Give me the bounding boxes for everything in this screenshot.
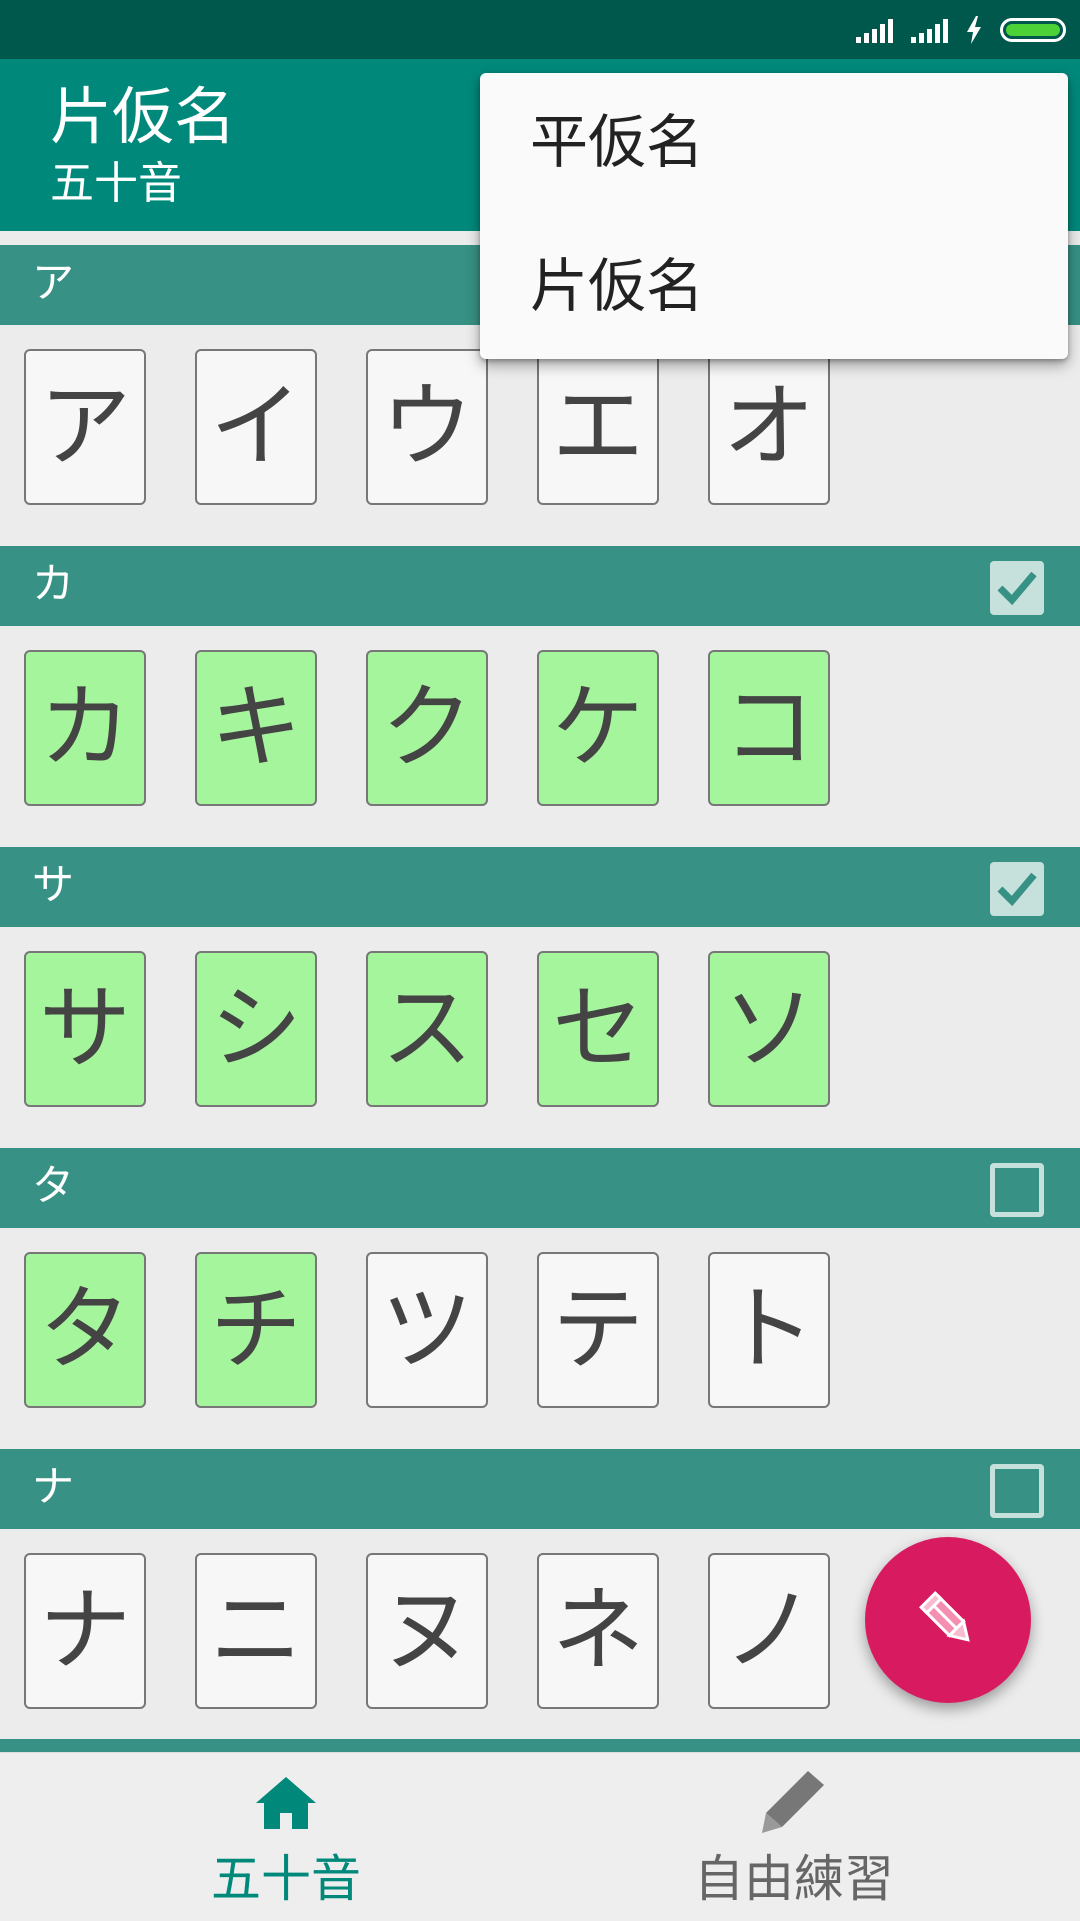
kana-cell[interactable]: サ [24, 951, 146, 1107]
bottom-navigation: 五十音 自由練習 [0, 1752, 1080, 1921]
section-label: ア [32, 258, 75, 307]
home-icon [256, 1777, 316, 1829]
kana-cell[interactable]: ヌ [366, 1553, 488, 1709]
nav-item-gojuon[interactable]: 五十音 [16, 1753, 556, 1921]
kana-cell[interactable]: ナ [24, 1553, 146, 1709]
status-bar [0, 0, 1080, 59]
kana-row-section: カ カ キ ク ケ コ [0, 532, 1080, 833]
kana-list[interactable]: ア ア イ ウ エ オ カ カ キ ク ケ コ サ サ シ ス セ ソ タ タ … [0, 231, 1080, 1752]
kana-cell[interactable]: エ [537, 349, 659, 505]
section-checkbox[interactable] [990, 1163, 1044, 1217]
kana-cell[interactable]: ク [366, 650, 488, 806]
kana-row-section: サ サ シ ス セ ソ [0, 833, 1080, 1134]
write-fab-button[interactable] [865, 1537, 1031, 1703]
section-header: タ [0, 1148, 1080, 1228]
section-label: サ [32, 860, 75, 909]
kana-type-menu: 平仮名 片仮名 [480, 73, 1068, 359]
kana-cell[interactable]: チ [195, 1252, 317, 1408]
check-icon [997, 571, 1037, 606]
page-title: 片仮名 [50, 80, 237, 153]
signal-icon [911, 17, 948, 43]
nav-label: 五十音 [211, 1850, 361, 1908]
kana-cell[interactable]: コ [708, 650, 830, 806]
kana-cell[interactable]: ア [24, 349, 146, 505]
kana-cell[interactable]: カ [24, 650, 146, 806]
kana-cell[interactable]: ト [708, 1252, 830, 1408]
section-header: ナ [0, 1449, 1080, 1529]
menu-item-hiragana[interactable]: 平仮名 [530, 107, 704, 177]
nav-item-free-practice[interactable]: 自由練習 [524, 1753, 1064, 1921]
section-label: カ [32, 559, 75, 608]
kana-cell[interactable]: テ [537, 1252, 659, 1408]
kana-cell[interactable]: ケ [537, 650, 659, 806]
section-checkbox[interactable] [990, 561, 1044, 615]
kana-cell[interactable]: ネ [537, 1553, 659, 1709]
page-subtitle: 五十音 [50, 158, 182, 209]
kana-cell[interactable]: ウ [366, 349, 488, 505]
kana-row-section: タ タ チ ツ テ ト [0, 1134, 1080, 1435]
kana-cell[interactable]: イ [195, 349, 317, 505]
pencil-icon [762, 1771, 824, 1833]
battery-icon [1000, 18, 1066, 42]
kana-cell[interactable]: ニ [195, 1553, 317, 1709]
nav-label: 自由練習 [694, 1850, 894, 1908]
menu-item-katakana[interactable]: 片仮名 [530, 251, 704, 321]
section-header [0, 1739, 1080, 1752]
section-checkbox[interactable] [990, 862, 1044, 916]
kana-cell[interactable]: ノ [708, 1553, 830, 1709]
section-checkbox[interactable] [990, 1464, 1044, 1518]
kana-cell[interactable]: タ [24, 1252, 146, 1408]
kana-cell[interactable]: キ [195, 650, 317, 806]
kana-cell[interactable]: オ [708, 349, 830, 505]
kana-cell[interactable]: ス [366, 951, 488, 1107]
section-header: サ [0, 847, 1080, 927]
kana-cell[interactable]: セ [537, 951, 659, 1107]
section-label: タ [32, 1161, 75, 1210]
charging-icon [967, 16, 981, 44]
section-header: カ [0, 546, 1080, 626]
kana-cell[interactable]: ツ [366, 1252, 488, 1408]
signal-icon [856, 17, 893, 43]
kana-cell[interactable]: シ [195, 951, 317, 1107]
kana-cell[interactable]: ソ [708, 951, 830, 1107]
pencil-icon [919, 1591, 970, 1642]
check-icon [997, 872, 1037, 907]
section-label: ナ [32, 1462, 75, 1511]
